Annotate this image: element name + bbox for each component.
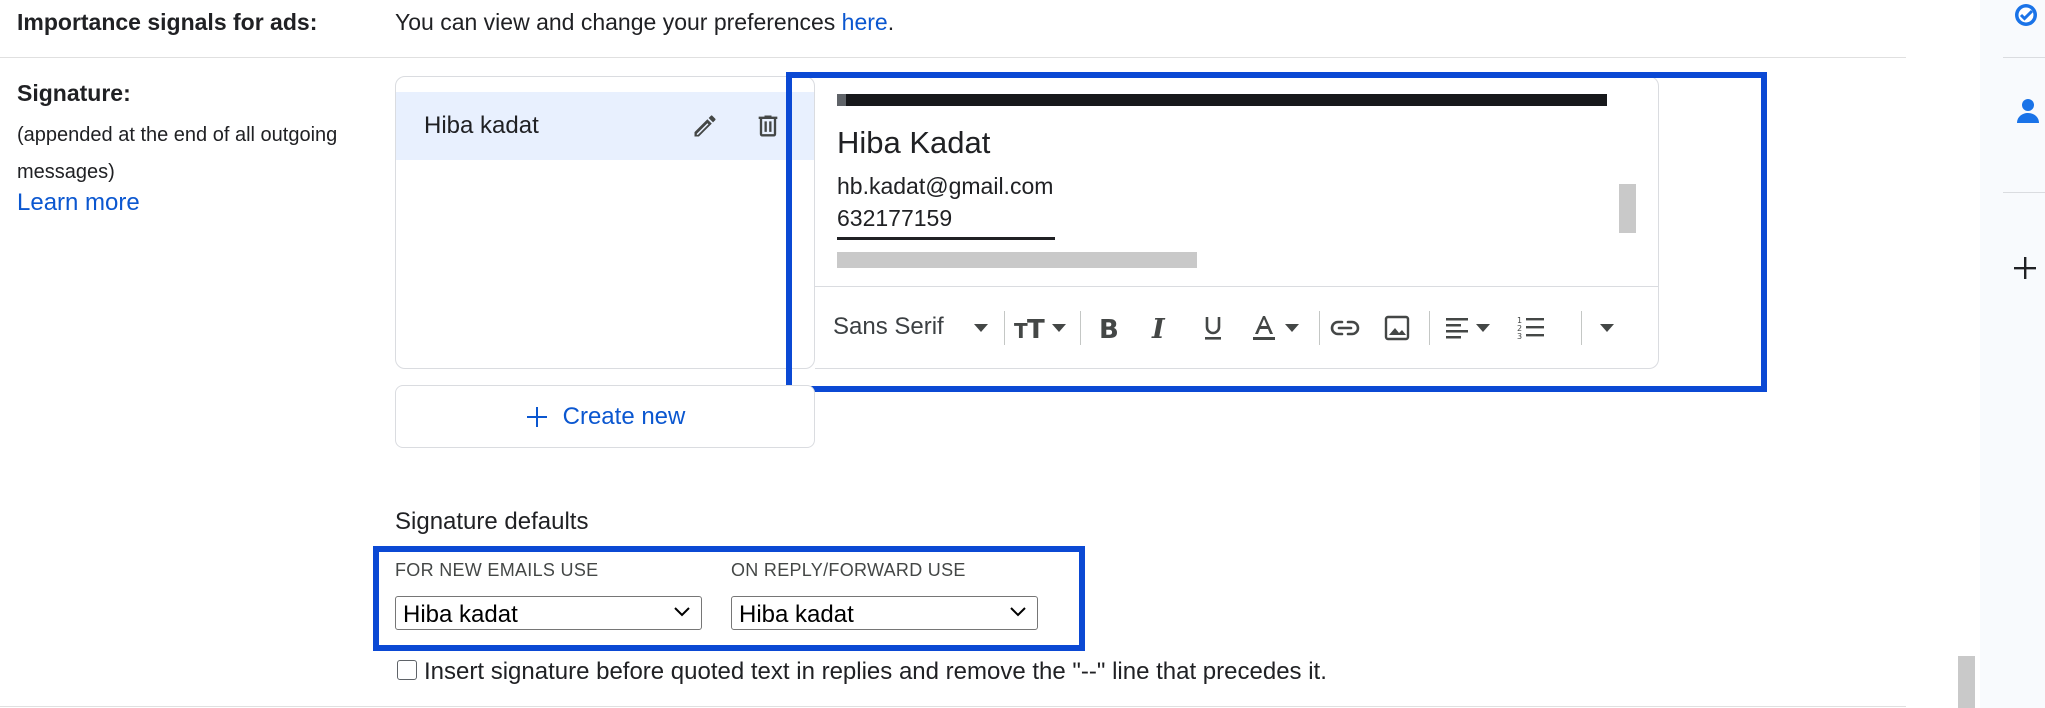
- editor-toolbar-divider: [815, 286, 1658, 287]
- text-color-button[interactable]: [1243, 308, 1307, 348]
- pencil-icon: [694, 115, 716, 137]
- caret-down-icon: [974, 324, 988, 332]
- importance-label: Importance signals for ads:: [17, 9, 318, 35]
- signature-list: Hiba kadat: [395, 76, 815, 369]
- font-size-button[interactable]: TT: [1011, 308, 1069, 348]
- signature-desc-line1: (appended at the end of all outgoing: [17, 124, 338, 146]
- redacted-bar-start: [837, 94, 846, 106]
- italic-icon: I: [1151, 314, 1166, 342]
- plus-icon: [526, 406, 547, 427]
- signature-name: Hiba Kadat: [837, 125, 991, 160]
- svg-text:3: 3: [1517, 332, 1522, 341]
- underline-icon: [1205, 317, 1221, 340]
- numbered-list-icon: 123: [1517, 316, 1544, 341]
- underline-button[interactable]: [1195, 308, 1231, 348]
- signature-item-label: Hiba kadat: [424, 112, 539, 139]
- editor-vertical-scrollbar[interactable]: [1619, 184, 1636, 233]
- italic-button[interactable]: I: [1143, 308, 1179, 348]
- signature-description: (appended at the end of all outgoing mes…: [17, 117, 337, 191]
- plus-icon: [2014, 257, 2036, 279]
- toolbar-separator: [1319, 311, 1320, 345]
- caret-down-icon: [1476, 324, 1490, 332]
- insert-link-button[interactable]: [1325, 308, 1365, 348]
- importance-text: You can view and change your preferences…: [395, 9, 894, 36]
- reply-forward-selected-value: Hiba kadat: [739, 601, 854, 628]
- signature-phone: 632177159: [837, 205, 953, 231]
- create-new-label: Create new: [562, 402, 686, 430]
- svg-text:I: I: [1151, 314, 1166, 342]
- bottom-divider: [0, 706, 1906, 707]
- side-panel-divider: [2003, 57, 2045, 58]
- formatting-toolbar: Sans Serif TT B I 1 2 3: [815, 289, 1658, 367]
- insert-image-button[interactable]: [1377, 308, 1417, 348]
- toolbar-separator: [1429, 311, 1430, 345]
- edit-signature-button[interactable]: [685, 106, 725, 146]
- new-emails-label: FOR NEW EMAILS USE: [395, 560, 599, 580]
- svg-text:T: T: [1027, 315, 1045, 341]
- svg-text:T: T: [1014, 319, 1028, 341]
- bold-icon: B: [1099, 315, 1119, 342]
- editor-horizontal-scrollbar[interactable]: [837, 252, 1197, 268]
- row-divider: [0, 57, 1906, 58]
- chevron-down-icon: [1010, 607, 1026, 617]
- signature-defaults-title: Signature defaults: [395, 508, 589, 535]
- caret-down-icon: [1285, 324, 1299, 332]
- insert-before-quoted-label: Insert signature before quoted text in r…: [424, 658, 1327, 685]
- align-icon: [1446, 318, 1468, 339]
- new-emails-signature-select[interactable]: Hiba kadat: [395, 596, 702, 630]
- text-color-icon: [1253, 316, 1275, 340]
- font-family-dropdown[interactable]: [969, 308, 993, 348]
- signature-desc-line2: messages): [17, 161, 115, 183]
- more-formatting-button[interactable]: [1591, 308, 1623, 348]
- align-button[interactable]: [1437, 308, 1497, 348]
- numbered-list-button[interactable]: 123: [1511, 308, 1551, 348]
- get-addons-button[interactable]: [2011, 254, 2045, 288]
- tasks-icon: [2015, 4, 2037, 26]
- importance-period: .: [887, 9, 895, 35]
- caret-down-icon: [1600, 324, 1614, 332]
- toolbar-separator: [1004, 311, 1005, 345]
- signature-underline: [837, 237, 1055, 240]
- toolbar-separator: [1080, 311, 1081, 345]
- create-new-signature-button[interactable]: Create new: [395, 385, 815, 448]
- image-icon: [1384, 315, 1410, 341]
- bold-button[interactable]: B: [1091, 308, 1127, 348]
- signature-label: Signature:: [17, 80, 131, 106]
- font-size-icon: TT: [1014, 315, 1045, 341]
- new-emails-selected-value: Hiba kadat: [403, 601, 518, 628]
- importance-description: You can view and change your preferences: [395, 9, 842, 35]
- chevron-down-icon: [674, 607, 690, 617]
- toolbar-separator: [1581, 311, 1582, 345]
- reply-forward-label: ON REPLY/FORWARD USE: [731, 560, 966, 580]
- signature-email: hb.kadat@gmail.com: [837, 173, 1054, 199]
- caret-down-icon: [1052, 324, 1066, 332]
- contacts-icon: [2017, 99, 2039, 123]
- side-panel-divider: [2003, 192, 2045, 193]
- delete-signature-button[interactable]: [748, 106, 788, 146]
- font-family-select[interactable]: Sans Serif: [833, 313, 944, 341]
- trash-icon: [758, 115, 778, 137]
- signature-list-item[interactable]: Hiba kadat: [396, 92, 814, 160]
- redacted-bar: [837, 94, 1607, 106]
- tasks-app-button[interactable]: [2011, 2, 2045, 36]
- preferences-link[interactable]: here: [842, 9, 888, 35]
- learn-more-link[interactable]: Learn more: [17, 189, 140, 217]
- contacts-app-button[interactable]: [2011, 95, 2045, 129]
- page-scrollbar-thumb[interactable]: [1958, 656, 1975, 708]
- svg-text:B: B: [1099, 315, 1119, 342]
- signature-editor[interactable]: Hiba Kadat hb.kadat@gmail.com 632177159 …: [815, 76, 1659, 369]
- reply-forward-signature-select[interactable]: Hiba kadat: [731, 596, 1038, 630]
- link-icon: [1330, 320, 1360, 336]
- insert-before-quoted-checkbox[interactable]: [397, 660, 417, 680]
